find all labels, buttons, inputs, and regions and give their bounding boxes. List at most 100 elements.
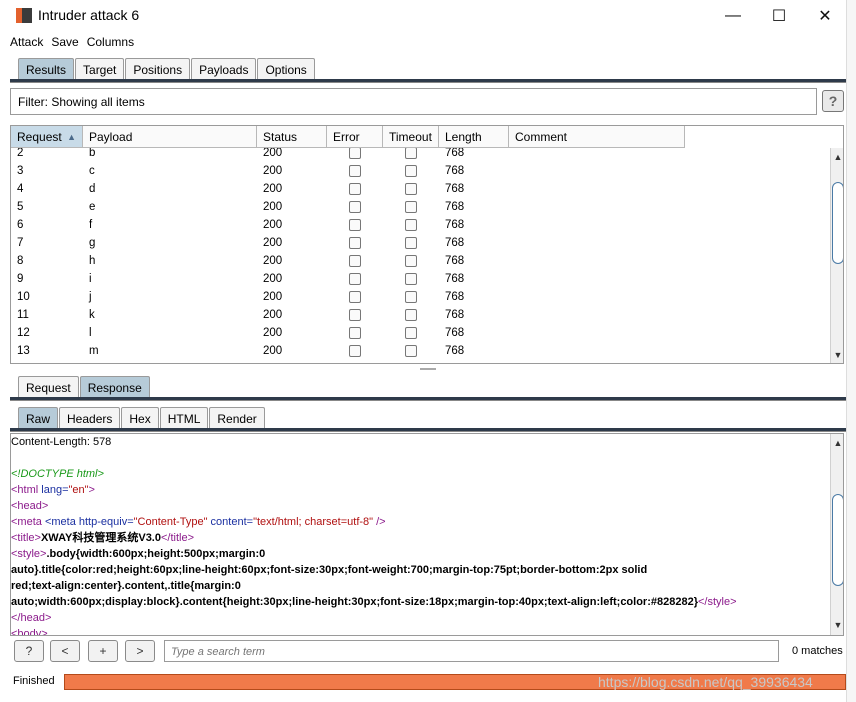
- scroll-down-icon[interactable]: ▼: [831, 618, 843, 632]
- pane-splitter[interactable]: [10, 366, 844, 372]
- col-comment[interactable]: Comment: [509, 126, 685, 148]
- tab-options[interactable]: Options: [257, 58, 315, 80]
- minimize-icon: —: [725, 6, 741, 24]
- response-scrollbar[interactable]: ▲ ▼: [830, 434, 843, 635]
- close-button[interactable]: ✕: [802, 0, 848, 31]
- search-next-button[interactable]: >: [125, 640, 155, 662]
- error-checkbox[interactable]: [349, 147, 361, 159]
- tab-raw[interactable]: Raw: [18, 407, 59, 429]
- scroll-up-icon[interactable]: ▲: [831, 150, 843, 164]
- scroll-up-icon[interactable]: ▲: [831, 436, 843, 450]
- col-error[interactable]: Error: [327, 126, 383, 148]
- tab-positions[interactable]: Positions: [125, 58, 191, 80]
- table-row[interactable]: 10 j 200 768: [11, 288, 685, 306]
- tab-target[interactable]: Target: [75, 58, 125, 80]
- tab-payloads[interactable]: Payloads: [191, 58, 257, 80]
- minimize-button[interactable]: —: [710, 0, 756, 31]
- table-row[interactable]: 14n200 768: [11, 360, 685, 364]
- timeout-checkbox[interactable]: [405, 255, 417, 267]
- code-line: auto;width:600px;display:block}.content{…: [11, 594, 829, 610]
- timeout-checkbox[interactable]: [405, 327, 417, 339]
- timeout-checkbox[interactable]: [405, 147, 417, 159]
- col-status[interactable]: Status: [257, 126, 327, 148]
- chk-error: [327, 270, 383, 288]
- tab-render[interactable]: Render: [209, 407, 265, 429]
- table-row[interactable]: 3 c 200 768: [11, 162, 685, 180]
- tab-hex[interactable]: Hex: [121, 407, 159, 429]
- table-row[interactable]: 13 m 200 768: [11, 342, 685, 360]
- table-body: 2 b 200 768 3 c 200 768 4 d 200 768 5 e 200 768 6 f 200 768…: [11, 144, 685, 364]
- error-checkbox[interactable]: [349, 309, 361, 321]
- cell-length: 768: [445, 291, 465, 303]
- maximize-button[interactable]: ☐: [756, 0, 802, 31]
- search-add-button[interactable]: +: [88, 640, 118, 662]
- timeout-checkbox[interactable]: [405, 273, 417, 285]
- table-scrollbar[interactable]: ▲ ▼: [830, 148, 843, 363]
- chk-error: [327, 288, 383, 306]
- filter-bar[interactable]: Filter: Showing all items: [10, 88, 817, 115]
- menu-attack[interactable]: Attack: [10, 33, 43, 51]
- tab-request[interactable]: Request: [18, 376, 79, 398]
- error-checkbox[interactable]: [349, 237, 361, 249]
- timeout-checkbox[interactable]: [405, 165, 417, 177]
- error-checkbox[interactable]: [349, 219, 361, 231]
- tab-response[interactable]: Response: [79, 376, 150, 398]
- scroll-thumb[interactable]: [832, 182, 843, 264]
- error-checkbox[interactable]: [349, 363, 361, 364]
- table-row[interactable]: 4 d 200 768: [11, 180, 685, 198]
- error-checkbox[interactable]: [349, 201, 361, 213]
- code-line: red;text-align:center}.content,.title{ma…: [11, 580, 241, 592]
- background-window: [846, 0, 856, 702]
- title-bar[interactable]: Intruder attack 6 — ☐ ✕: [0, 0, 846, 31]
- help-icon: ?: [25, 644, 33, 658]
- timeout-checkbox[interactable]: [405, 201, 417, 213]
- col-timeout[interactable]: Timeout: [383, 126, 439, 148]
- code-tag: </title>: [160, 532, 195, 544]
- table-row[interactable]: 9 i 200 768: [11, 270, 685, 288]
- chk-error: [327, 234, 383, 252]
- timeout-checkbox[interactable]: [405, 237, 417, 249]
- timeout-checkbox[interactable]: [405, 219, 417, 231]
- help-button[interactable]: ?: [822, 90, 844, 112]
- table-row[interactable]: 11 k 200 768: [11, 306, 685, 324]
- timeout-checkbox[interactable]: [405, 345, 417, 357]
- chk-timeout: [383, 180, 439, 198]
- menu-save[interactable]: Save: [51, 33, 78, 51]
- tab-results[interactable]: Results: [18, 58, 75, 80]
- table-row[interactable]: 5 e 200 768: [11, 198, 685, 216]
- menu-columns[interactable]: Columns: [87, 33, 134, 51]
- error-checkbox[interactable]: [349, 255, 361, 267]
- error-checkbox[interactable]: [349, 273, 361, 285]
- table-row[interactable]: 8 h 200 768: [11, 252, 685, 270]
- timeout-checkbox[interactable]: [405, 291, 417, 303]
- search-input[interactable]: [169, 642, 773, 662]
- timeout-checkbox[interactable]: [405, 363, 417, 364]
- tab-headers[interactable]: Headers: [59, 407, 121, 429]
- error-checkbox[interactable]: [349, 165, 361, 177]
- error-checkbox[interactable]: [349, 345, 361, 357]
- cell-request: 9: [17, 273, 24, 285]
- table-row[interactable]: 12 l 200 768: [11, 324, 685, 342]
- response-viewer[interactable]: Content-Length: 578 <!DOCTYPE html> <htm…: [10, 433, 844, 636]
- scroll-down-icon[interactable]: ▼: [831, 348, 843, 362]
- timeout-checkbox[interactable]: [405, 309, 417, 321]
- table-row[interactable]: 6 f 200 768: [11, 216, 685, 234]
- timeout-checkbox[interactable]: [405, 183, 417, 195]
- scroll-thumb[interactable]: [832, 494, 843, 586]
- error-checkbox[interactable]: [349, 183, 361, 195]
- cell-status: 200: [263, 219, 283, 231]
- tab-html[interactable]: HTML: [159, 407, 209, 429]
- cell-comment: [509, 198, 685, 216]
- error-checkbox[interactable]: [349, 327, 361, 339]
- search-prev-button[interactable]: <: [50, 640, 80, 662]
- filter-text: Filter: Showing all items: [18, 95, 145, 109]
- col-request[interactable]: Request ▲: [11, 126, 83, 148]
- col-length[interactable]: Length: [439, 126, 509, 148]
- code-attr: lang=: [38, 484, 69, 496]
- code-attr: content=: [207, 516, 254, 528]
- col-payload[interactable]: Payload: [83, 126, 257, 148]
- search-help-button[interactable]: ?: [14, 640, 44, 662]
- chk-error: [327, 198, 383, 216]
- error-checkbox[interactable]: [349, 291, 361, 303]
- table-row[interactable]: 7 g 200 768: [11, 234, 685, 252]
